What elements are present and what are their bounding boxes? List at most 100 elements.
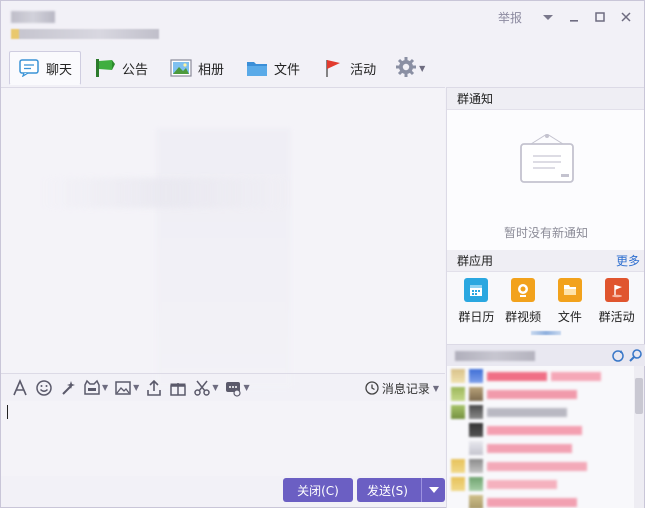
app-activities[interactable]: 群活动 bbox=[593, 278, 640, 344]
message-settings-icon bbox=[226, 381, 242, 397]
window-controls: 举报 bbox=[498, 7, 636, 27]
more-apps-link[interactable]: 更多 bbox=[616, 250, 640, 271]
magic-button[interactable] bbox=[59, 377, 77, 399]
member-name-redacted bbox=[487, 479, 557, 489]
member-row[interactable] bbox=[447, 404, 633, 420]
app-label: 群视频 bbox=[505, 310, 542, 324]
member-name-redacted bbox=[487, 443, 572, 453]
avatar bbox=[469, 459, 483, 473]
tab-announcement[interactable]: 公告 bbox=[85, 51, 157, 85]
message-history-button[interactable]: 消息记录 ▼ bbox=[365, 377, 439, 399]
send-button[interactable]: 发送(S) bbox=[357, 478, 445, 502]
history-label: 消息记录 bbox=[381, 381, 430, 396]
avatar bbox=[451, 369, 465, 383]
image-button[interactable]: ▼ bbox=[114, 377, 139, 399]
smiley-icon bbox=[36, 379, 52, 396]
megaphone-icon bbox=[94, 57, 116, 79]
maximize-icon[interactable] bbox=[590, 7, 610, 27]
chevron-down-icon bbox=[428, 487, 439, 493]
emoji-button[interactable] bbox=[35, 377, 53, 399]
close-button[interactable]: 关闭(C) bbox=[283, 478, 353, 502]
close-icon[interactable] bbox=[616, 7, 636, 27]
chat-window: 举报 聊天 公告 相册 文件 活动 ▼ ▼ ▼ ▼ ▼ 消息记录 ▼ 关闭(C)… bbox=[0, 0, 645, 508]
calendar-icon bbox=[464, 278, 489, 302]
member-name-redacted bbox=[551, 371, 601, 381]
avatar bbox=[469, 369, 483, 383]
chat-icon bbox=[18, 57, 40, 79]
font-icon bbox=[13, 378, 27, 395]
tab-label: 活动 bbox=[350, 62, 377, 78]
image-icon bbox=[115, 380, 131, 395]
blurred-content bbox=[156, 128, 291, 388]
folder-icon bbox=[246, 57, 268, 79]
member-row[interactable] bbox=[447, 440, 633, 456]
send-options-dropdown[interactable] bbox=[421, 478, 445, 502]
photo-icon bbox=[170, 57, 192, 79]
avatar bbox=[451, 459, 465, 473]
tab-files[interactable]: 文件 bbox=[237, 51, 309, 85]
message-input[interactable] bbox=[1, 401, 445, 476]
event-flag-icon bbox=[604, 278, 629, 302]
message-area bbox=[1, 87, 445, 388]
notice-empty-text: 暂时没有新通知 bbox=[503, 226, 588, 240]
report-link[interactable]: 举报 bbox=[498, 9, 522, 26]
chevron-down-icon: ▼ bbox=[212, 383, 219, 392]
avatar bbox=[469, 477, 483, 491]
upload-button[interactable] bbox=[145, 377, 163, 399]
input-toolbar: ▼ ▼ ▼ ▼ 消息记录 ▼ bbox=[1, 373, 445, 401]
notice-header: 群通知 bbox=[447, 88, 644, 110]
scissors-icon bbox=[194, 380, 211, 396]
folder-icon bbox=[557, 278, 582, 302]
refresh-icon[interactable] bbox=[610, 348, 626, 364]
tab-chat[interactable]: 聊天 bbox=[9, 51, 82, 85]
font-button[interactable] bbox=[11, 377, 29, 399]
avatar bbox=[451, 405, 465, 419]
tab-label: 公告 bbox=[122, 62, 149, 78]
member-row[interactable] bbox=[447, 422, 633, 438]
more-tools-button[interactable]: ▼ bbox=[224, 377, 250, 399]
member-name-redacted bbox=[487, 371, 547, 381]
tab-label: 文件 bbox=[274, 62, 301, 78]
apps-pager[interactable] bbox=[531, 331, 561, 335]
search-icon[interactable] bbox=[628, 348, 644, 364]
member-name-redacted bbox=[487, 407, 567, 417]
send-label: 发送(S) bbox=[367, 483, 408, 498]
tab-album[interactable]: 相册 bbox=[161, 51, 233, 85]
member-row[interactable] bbox=[447, 368, 633, 384]
avatar bbox=[469, 387, 483, 401]
member-list bbox=[447, 366, 633, 508]
tab-activities[interactable]: 活动 bbox=[313, 51, 385, 85]
notice-board-icon bbox=[520, 134, 574, 183]
text-cursor bbox=[7, 405, 8, 419]
member-row[interactable] bbox=[447, 476, 633, 492]
group-name-redacted bbox=[11, 11, 55, 23]
member-name-redacted bbox=[487, 425, 582, 435]
minimize-icon[interactable] bbox=[564, 7, 584, 27]
blurred-content bbox=[41, 178, 291, 208]
avatar bbox=[469, 405, 483, 419]
app-label: 群活动 bbox=[598, 310, 635, 324]
apps-title: 群应用 bbox=[457, 254, 494, 268]
gif-button[interactable]: ▼ bbox=[83, 377, 108, 399]
members-title-redacted bbox=[455, 351, 535, 361]
member-row[interactable] bbox=[447, 494, 633, 508]
chevron-down-icon: ▼ bbox=[243, 383, 250, 392]
member-name-redacted bbox=[487, 389, 577, 399]
chevron-down-icon: ▼ bbox=[419, 63, 426, 73]
apps-header: 群应用 更多 bbox=[447, 250, 644, 272]
member-name-redacted bbox=[487, 497, 577, 507]
gift-icon bbox=[170, 382, 187, 396]
member-row[interactable] bbox=[447, 386, 633, 402]
member-scrollbar[interactable] bbox=[634, 366, 644, 508]
settings-dropdown[interactable]: ▼ bbox=[389, 56, 431, 81]
member-row[interactable] bbox=[447, 458, 633, 474]
app-calendar[interactable]: 群日历 bbox=[453, 278, 500, 344]
avatar bbox=[469, 441, 483, 455]
gift-button[interactable] bbox=[169, 377, 187, 399]
clock-icon bbox=[365, 381, 379, 395]
menu-dropdown-icon[interactable] bbox=[538, 7, 558, 27]
scroll-thumb[interactable] bbox=[635, 378, 643, 414]
app-label: 群日历 bbox=[458, 310, 495, 324]
upload-icon bbox=[147, 379, 162, 396]
screenshot-button[interactable]: ▼ bbox=[193, 377, 218, 399]
